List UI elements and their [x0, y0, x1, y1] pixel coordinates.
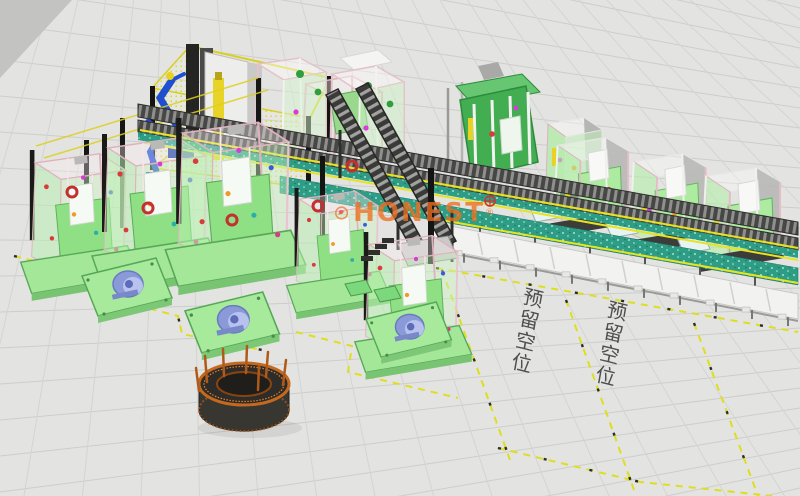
winding-cell-3: [165, 118, 305, 295]
cad-viewport: HONEST ® 预留空位 预留空位: [0, 0, 800, 496]
position-marker: [485, 196, 495, 206]
factory-line-scene: [0, 0, 800, 496]
